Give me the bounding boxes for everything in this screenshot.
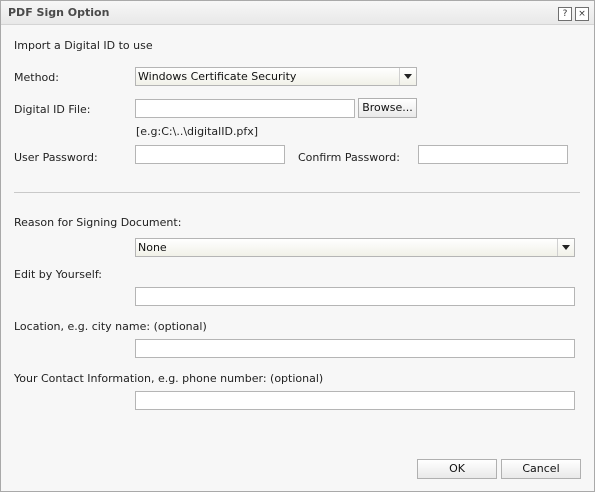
- confirm-password-input[interactable]: [418, 145, 568, 164]
- title-bar: PDF Sign Option ? ×: [1, 1, 594, 25]
- file-path-hint: [e.g:C:\..\digitalID.pfx]: [136, 125, 259, 138]
- cancel-button[interactable]: Cancel: [501, 459, 581, 479]
- chevron-down-icon[interactable]: [399, 68, 416, 85]
- digital-id-file-label: Digital ID File:: [14, 103, 91, 116]
- section-divider: [14, 192, 580, 193]
- browse-button[interactable]: Browse...: [358, 98, 417, 118]
- edit-by-yourself-input[interactable]: [135, 287, 575, 306]
- close-icon[interactable]: ×: [575, 7, 589, 21]
- reason-label: Reason for Signing Document:: [14, 216, 182, 229]
- edit-by-yourself-label: Edit by Yourself:: [14, 268, 103, 281]
- location-input[interactable]: [135, 339, 575, 358]
- digital-id-file-input[interactable]: [135, 99, 355, 118]
- contact-info-input[interactable]: [135, 391, 575, 410]
- method-label: Method:: [14, 71, 59, 84]
- method-select-value: Windows Certificate Security: [138, 70, 297, 83]
- import-heading: Import a Digital ID to use: [14, 39, 153, 52]
- confirm-password-label: Confirm Password:: [298, 151, 400, 164]
- help-icon[interactable]: ?: [558, 7, 572, 21]
- method-select[interactable]: Windows Certificate Security: [135, 67, 417, 86]
- location-label: Location, e.g. city name: (optional): [14, 320, 207, 333]
- dialog-title: PDF Sign Option: [8, 6, 110, 19]
- user-password-label: User Password:: [14, 151, 98, 164]
- chevron-down-icon[interactable]: [557, 239, 574, 256]
- reason-select-value: None: [138, 241, 167, 254]
- reason-select[interactable]: None: [135, 238, 575, 257]
- ok-button[interactable]: OK: [417, 459, 497, 479]
- contact-info-label: Your Contact Information, e.g. phone num…: [14, 372, 324, 385]
- pdf-sign-option-dialog: PDF Sign Option ? × Import a Digital ID …: [0, 0, 595, 492]
- user-password-input[interactable]: [135, 145, 285, 164]
